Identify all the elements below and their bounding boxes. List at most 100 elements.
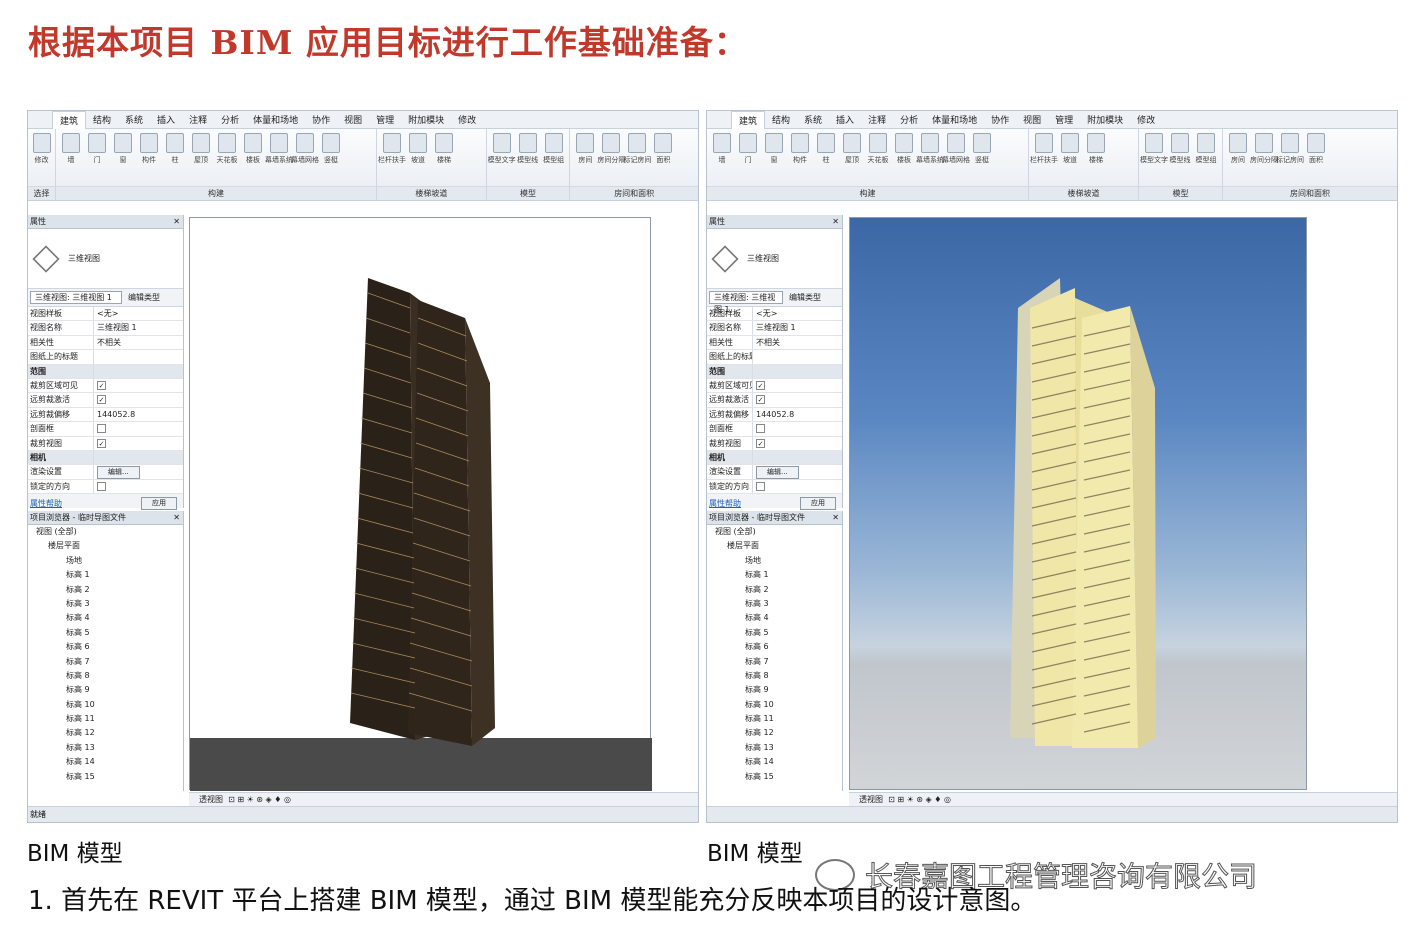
room-button[interactable]: 房间 xyxy=(573,133,597,186)
modify-button[interactable]: 修改 xyxy=(31,133,52,186)
checkbox-checked[interactable]: ✓ xyxy=(97,395,106,405)
tree-floor-plans[interactable]: 楼层平面 xyxy=(707,539,842,553)
tree-item[interactable]: 标高 14 xyxy=(707,755,842,769)
model-text-button[interactable]: 模型文字 xyxy=(488,133,516,186)
curtain-system-button[interactable]: 幕墙系统 xyxy=(265,133,293,186)
checkbox-unchecked[interactable] xyxy=(97,424,106,434)
model-text-button[interactable]: 模型文字 xyxy=(1140,133,1168,186)
prop-row[interactable]: 图纸上的标题 xyxy=(707,350,842,365)
tree-item[interactable]: 标高 15 xyxy=(707,770,842,784)
edit-render-button[interactable]: 编辑... xyxy=(97,466,140,479)
tab-collaborate[interactable]: 协作 xyxy=(305,111,337,128)
prop-row[interactable]: 图纸上的标题 xyxy=(28,350,183,365)
tab-addins[interactable]: 附加模块 xyxy=(1080,111,1130,128)
tab-architecture[interactable]: 建筑 xyxy=(731,111,766,129)
tab-modify[interactable]: 修改 xyxy=(451,111,483,128)
checkbox-checked[interactable]: ✓ xyxy=(97,438,106,448)
tab-view[interactable]: 视图 xyxy=(337,111,369,128)
properties-help-link[interactable]: 属性帮助 xyxy=(30,498,62,509)
railing-button[interactable]: 栏杆扶手 xyxy=(1030,133,1058,186)
prop-row[interactable]: 视图样板 <无> xyxy=(707,307,842,322)
tab-analyze[interactable]: 分析 xyxy=(214,111,246,128)
prop-row[interactable]: 渲染设置 编辑... xyxy=(28,465,183,480)
type-selector[interactable]: 三维视图 xyxy=(707,229,842,289)
prop-row[interactable]: 远剪裁偏移 144052.8 xyxy=(28,407,183,423)
3d-viewport-rendered[interactable] xyxy=(849,217,1307,790)
room-separator-button[interactable]: 房间分隔 xyxy=(597,133,625,186)
prop-row[interactable]: 渲染设置 编辑... xyxy=(707,465,842,480)
tree-item[interactable]: 标高 2 xyxy=(707,583,842,597)
tree-item[interactable]: 标高 4 xyxy=(28,611,183,625)
tab-systems[interactable]: 系统 xyxy=(797,111,829,128)
tab-systems[interactable]: 系统 xyxy=(118,111,150,128)
prop-row[interactable]: 剖面框 xyxy=(707,422,842,437)
prop-row[interactable]: 远剪裁偏移 144052.8 xyxy=(707,407,842,423)
window-button[interactable]: 窗 xyxy=(111,133,135,186)
tab-massing[interactable]: 体量和场地 xyxy=(925,111,984,128)
column-button[interactable]: 柱 xyxy=(163,133,187,186)
type-selector[interactable]: 三维视图 xyxy=(28,229,183,289)
checkbox-checked[interactable]: ✓ xyxy=(756,380,765,390)
tree-item[interactable]: 标高 9 xyxy=(707,683,842,697)
properties-help-link[interactable]: 属性帮助 xyxy=(709,498,741,509)
close-icon[interactable]: ✕ xyxy=(832,215,839,229)
tree-floor-plans[interactable]: 楼层平面 xyxy=(28,539,183,553)
roof-button[interactable]: 屋顶 xyxy=(840,133,864,186)
stair-button[interactable]: 楼梯 xyxy=(1084,133,1108,186)
tree-item[interactable]: 标高 8 xyxy=(28,669,183,683)
tab-insert[interactable]: 插入 xyxy=(150,111,182,128)
window-button[interactable]: 窗 xyxy=(762,133,786,186)
view-dropdown[interactable]: 三维视图: 三维视图 1 xyxy=(30,291,122,304)
prop-row[interactable]: 锁定的方向 xyxy=(28,479,183,495)
tree-item[interactable]: 标高 5 xyxy=(707,626,842,640)
prop-row[interactable]: 裁剪视图 ✓ xyxy=(707,436,842,451)
wall-button[interactable]: 墙 xyxy=(710,133,734,186)
tree-item[interactable]: 标高 2 xyxy=(28,583,183,597)
tree-views-root[interactable]: 视图 (全部) xyxy=(707,525,842,539)
prop-row[interactable]: 视图名称 三维视图 1 xyxy=(707,321,842,336)
curtain-system-button[interactable]: 幕墙系统 xyxy=(916,133,944,186)
edit-render-button[interactable]: 编辑... xyxy=(756,466,799,479)
area-button[interactable]: 面积 xyxy=(1304,133,1328,186)
room-separator-button[interactable]: 房间分隔 xyxy=(1250,133,1278,186)
section-extents[interactable]: 范围 xyxy=(28,364,183,379)
tree-item[interactable]: 标高 4 xyxy=(707,611,842,625)
tab-structure[interactable]: 结构 xyxy=(86,111,118,128)
prop-row[interactable]: 视图名称 三维视图 1 xyxy=(28,321,183,336)
view-control-icons[interactable]: ⊡ ⊞ ☀ ⊛ ◈ ♦ ◎ xyxy=(228,795,291,804)
checkbox-checked[interactable]: ✓ xyxy=(97,380,106,390)
roof-button[interactable]: 屋顶 xyxy=(189,133,213,186)
tree-item[interactable]: 标高 10 xyxy=(28,698,183,712)
ceiling-button[interactable]: 天花板 xyxy=(215,133,239,186)
checkbox-unchecked[interactable] xyxy=(756,424,765,434)
curtain-grid-button[interactable]: 幕墙网格 xyxy=(291,133,319,186)
tree-item[interactable]: 标高 8 xyxy=(707,669,842,683)
floor-button[interactable]: 楼板 xyxy=(241,133,265,186)
tab-addins[interactable]: 附加模块 xyxy=(401,111,451,128)
column-button[interactable]: 柱 xyxy=(814,133,838,186)
tab-manage[interactable]: 管理 xyxy=(369,111,401,128)
tree-item[interactable]: 标高 7 xyxy=(28,655,183,669)
tree-item[interactable]: 场地 xyxy=(707,554,842,568)
model-line-button[interactable]: 模型线 xyxy=(1168,133,1192,186)
tab-collaborate[interactable]: 协作 xyxy=(984,111,1016,128)
section-camera[interactable]: 相机 xyxy=(707,450,842,466)
ceiling-button[interactable]: 天花板 xyxy=(866,133,890,186)
model-group-button[interactable]: 模型组 xyxy=(1194,133,1218,186)
checkbox-unchecked[interactable] xyxy=(97,481,106,491)
tree-item[interactable]: 标高 15 xyxy=(28,770,183,784)
prop-row[interactable]: 远剪裁激活 ✓ xyxy=(707,393,842,408)
prop-row[interactable]: 裁剪区域可见 ✓ xyxy=(707,378,842,394)
tree-item[interactable]: 标高 11 xyxy=(707,712,842,726)
close-icon[interactable]: ✕ xyxy=(832,511,839,525)
tab-annotate[interactable]: 注释 xyxy=(182,111,214,128)
tree-item[interactable]: 标高 14 xyxy=(28,755,183,769)
prop-row[interactable]: 裁剪区域可见 ✓ xyxy=(28,378,183,394)
floor-button[interactable]: 楼板 xyxy=(892,133,916,186)
apply-button[interactable]: 应用 xyxy=(141,496,177,510)
tab-modify[interactable]: 修改 xyxy=(1130,111,1162,128)
tree-item[interactable]: 标高 6 xyxy=(707,640,842,654)
view-dropdown[interactable]: 三维视图: 三维视图 1 xyxy=(709,291,783,314)
checkbox-checked[interactable]: ✓ xyxy=(756,438,765,448)
tab-insert[interactable]: 插入 xyxy=(829,111,861,128)
